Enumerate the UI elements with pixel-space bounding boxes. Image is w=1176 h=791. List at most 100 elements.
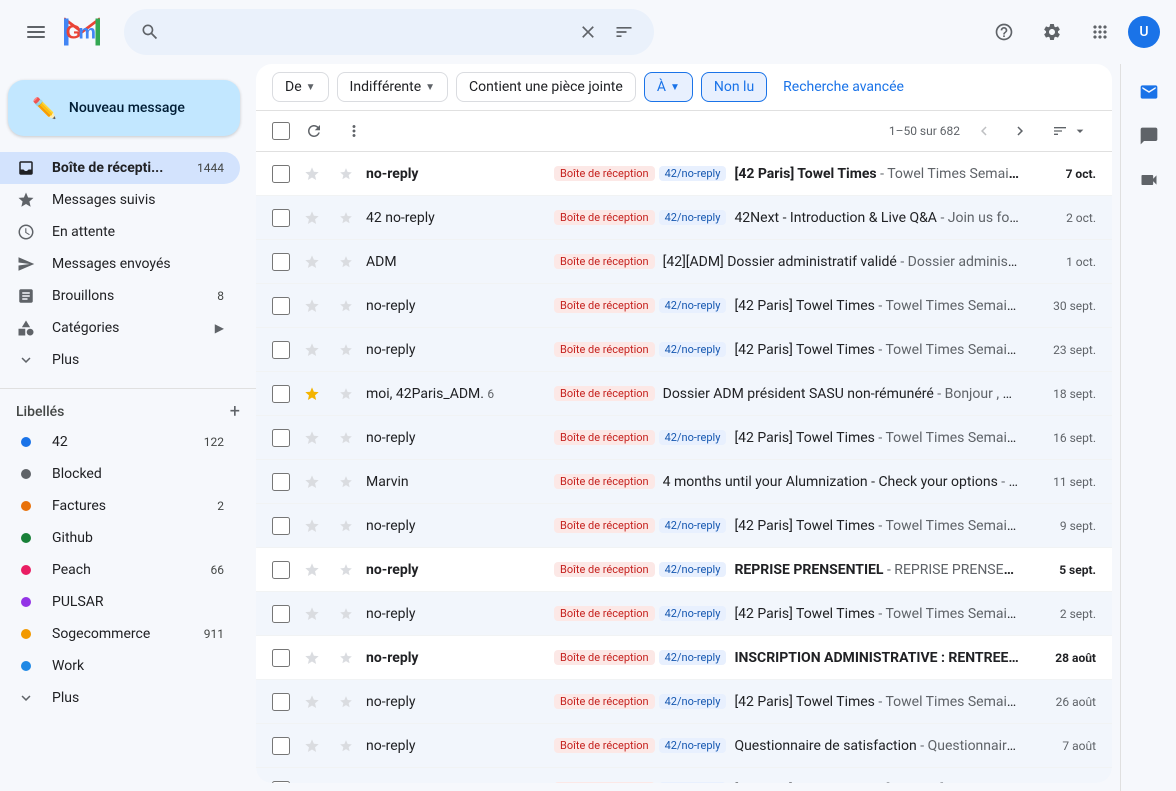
add-label-button[interactable]: + — [230, 401, 240, 422]
sidebar-label-work[interactable]: Work — [0, 650, 240, 682]
sidebar-item-drafts[interactable]: Brouillons 8 — [0, 280, 240, 312]
important-button[interactable] — [334, 426, 358, 450]
advanced-filter-icon[interactable] — [610, 18, 638, 46]
email-row[interactable]: no-reply Boîte de réception42/no-reply I… — [256, 636, 1112, 680]
star-button[interactable] — [298, 732, 326, 760]
compose-button[interactable]: ✏️ Nouveau message — [8, 80, 240, 136]
important-button[interactable] — [334, 382, 358, 406]
sidebar-item-snoozed[interactable]: En attente — [0, 216, 240, 248]
filter-indifferente-chip[interactable]: Indifférente ▼ — [337, 72, 449, 102]
clear-search-button[interactable] — [574, 18, 602, 46]
sidebar-label-42[interactable]: 42 122 — [0, 426, 240, 458]
recherche-avancee-link[interactable]: Recherche avancée — [775, 73, 912, 101]
email-checkbox[interactable] — [272, 517, 290, 535]
email-checkbox[interactable] — [272, 385, 290, 403]
sidebar-label-blocked[interactable]: Blocked — [0, 458, 240, 490]
email-row[interactable]: ADM Boîte de réception [42][ADM] Dossier… — [256, 240, 1112, 284]
email-checkbox[interactable] — [272, 693, 290, 711]
sidebar-label-factures[interactable]: Factures 2 — [0, 490, 240, 522]
star-button[interactable] — [298, 468, 326, 496]
sidebar-item-starred[interactable]: Messages suivis — [0, 184, 240, 216]
email-checkbox[interactable] — [272, 605, 290, 623]
email-row[interactable]: no-reply Boîte de réception42/no-reply Q… — [256, 724, 1112, 768]
important-button[interactable] — [334, 294, 358, 318]
apps-icon[interactable] — [1080, 12, 1120, 52]
prev-page-button[interactable] — [968, 115, 1000, 147]
sidebar-label-github[interactable]: Github — [0, 522, 240, 554]
email-checkbox[interactable] — [272, 473, 290, 491]
sidebar-item-sent[interactable]: Messages envoyés — [0, 248, 240, 280]
email-row[interactable]: moi, 42Paris_ADM. 6 Boîte de réception D… — [256, 372, 1112, 416]
star-button[interactable] — [298, 556, 326, 584]
next-page-button[interactable] — [1004, 115, 1036, 147]
email-checkbox[interactable] — [272, 209, 290, 227]
right-panel-chat-button[interactable] — [1129, 116, 1169, 156]
email-checkbox[interactable] — [272, 341, 290, 359]
important-button[interactable] — [334, 514, 358, 538]
important-button[interactable] — [334, 558, 358, 582]
email-checkbox[interactable] — [272, 781, 290, 784]
important-button[interactable] — [334, 690, 358, 714]
more-actions-button[interactable] — [338, 115, 370, 147]
email-row[interactable]: Marvin Boîte de réception 4 months until… — [256, 460, 1112, 504]
sidebar-label-peach[interactable]: Peach 66 — [0, 554, 240, 586]
important-button[interactable] — [334, 250, 358, 274]
email-checkbox[interactable] — [272, 253, 290, 271]
sort-button[interactable] — [1044, 119, 1096, 143]
email-checkbox[interactable] — [272, 429, 290, 447]
menu-icon[interactable] — [16, 12, 56, 52]
select-all-checkbox[interactable] — [272, 122, 290, 140]
sidebar-label-sogecommerce[interactable]: Sogecommerce 911 — [0, 618, 240, 650]
email-row[interactable]: no-reply Boîte de réception42/no-reply R… — [256, 548, 1112, 592]
important-button[interactable] — [334, 338, 358, 362]
search-input[interactable]: label:42 — [168, 23, 566, 41]
star-button[interactable] — [298, 380, 326, 408]
email-row[interactable]: no-reply Boîte de réception42/no-reply [… — [256, 592, 1112, 636]
filter-de-chip[interactable]: De ▼ — [272, 72, 329, 102]
star-button[interactable] — [298, 424, 326, 452]
star-button[interactable] — [298, 204, 326, 232]
email-row[interactable]: no-reply Boîte de réception42/no-reply [… — [256, 328, 1112, 372]
sidebar-item-inbox[interactable]: Boîte de récepti... 1444 — [0, 152, 240, 184]
email-row[interactable]: no-reply Boîte de réception42/no-reply [… — [256, 680, 1112, 724]
email-row[interactable]: no-reply Boîte de réception42/no-reply [… — [256, 416, 1112, 460]
filter-nonlu-chip[interactable]: Non lu — [701, 72, 767, 102]
refresh-button[interactable] — [298, 115, 330, 147]
email-row[interactable]: no-reply Boîte de réception42/no-reply [… — [256, 768, 1112, 783]
star-button[interactable] — [298, 160, 326, 188]
email-checkbox[interactable] — [272, 165, 290, 183]
settings-icon[interactable] — [1032, 12, 1072, 52]
sidebar-item-more1[interactable]: Plus — [0, 344, 240, 376]
star-button[interactable] — [298, 248, 326, 276]
email-checkbox[interactable] — [272, 649, 290, 667]
important-button[interactable] — [334, 646, 358, 670]
important-button[interactable] — [334, 734, 358, 758]
email-checkbox[interactable] — [272, 737, 290, 755]
important-button[interactable] — [334, 206, 358, 230]
star-button[interactable] — [298, 336, 326, 364]
avatar[interactable]: U — [1128, 16, 1160, 48]
email-row[interactable]: no-reply Boîte de réception42/no-reply [… — [256, 504, 1112, 548]
search-icon[interactable] — [140, 22, 160, 42]
important-button[interactable] — [334, 162, 358, 186]
star-button[interactable] — [298, 292, 326, 320]
email-row[interactable]: no-reply Boîte de réception42/no-reply [… — [256, 284, 1112, 328]
star-button[interactable] — [298, 600, 326, 628]
star-button[interactable] — [298, 776, 326, 784]
right-panel-meet-button[interactable] — [1129, 160, 1169, 200]
email-checkbox[interactable] — [272, 561, 290, 579]
sidebar-item-more2[interactable]: Plus — [0, 682, 240, 714]
help-icon[interactable] — [984, 12, 1024, 52]
important-button[interactable] — [334, 470, 358, 494]
important-button[interactable] — [334, 778, 358, 784]
email-checkbox[interactable] — [272, 297, 290, 315]
sidebar-label-pulsar[interactable]: PULSAR — [0, 586, 240, 618]
email-row[interactable]: no-reply Boîte de réception42/no-reply [… — [256, 152, 1112, 196]
sidebar-item-categories[interactable]: Catégories ▶ — [0, 312, 240, 344]
email-row[interactable]: 42 no-reply Boîte de réception42/no-repl… — [256, 196, 1112, 240]
star-button[interactable] — [298, 512, 326, 540]
star-button[interactable] — [298, 644, 326, 672]
star-button[interactable] — [298, 688, 326, 716]
filter-a-chip[interactable]: À ▼ — [644, 72, 693, 102]
important-button[interactable] — [334, 602, 358, 626]
